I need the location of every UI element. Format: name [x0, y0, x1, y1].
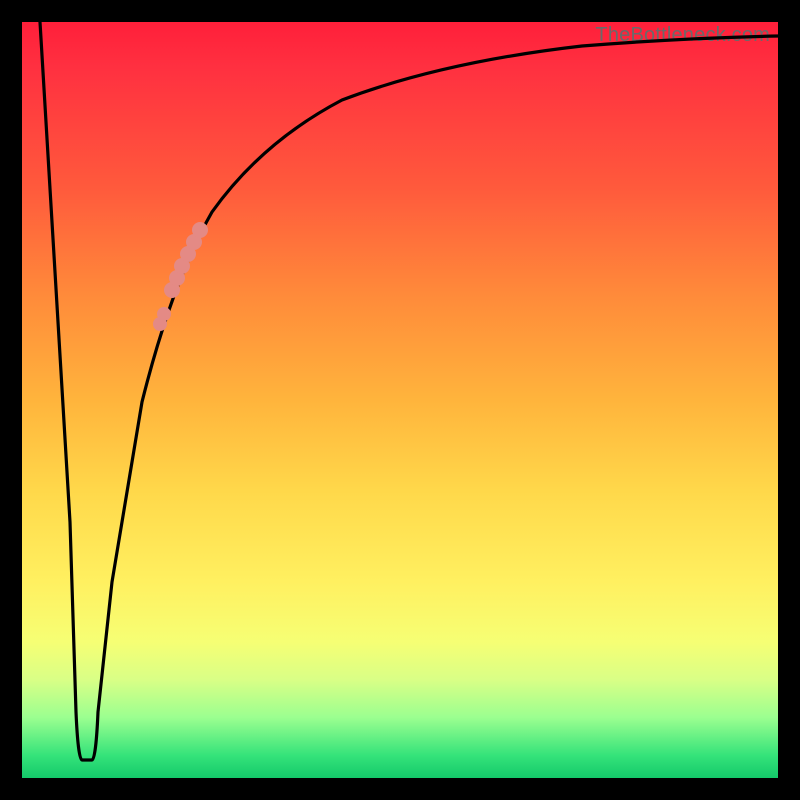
curve-path — [40, 22, 778, 760]
chart-stage: TheBottleneck.com — [0, 0, 800, 800]
marker-cluster-lower — [153, 307, 171, 331]
marker-cluster-upper — [164, 222, 208, 298]
bottleneck-curve — [22, 22, 778, 778]
plot-area: TheBottleneck.com — [22, 22, 778, 778]
